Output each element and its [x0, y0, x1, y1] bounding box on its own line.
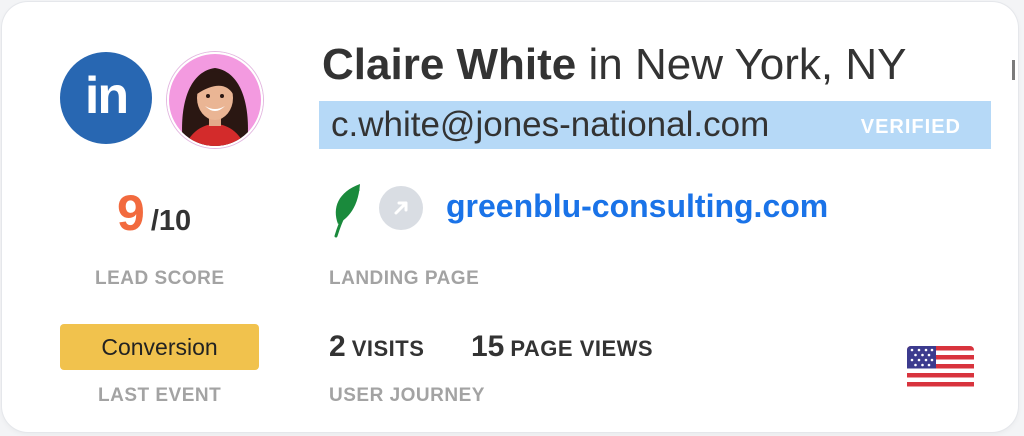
- lead-score-label: LEAD SCORE: [95, 268, 225, 289]
- contact-email[interactable]: c.white@jones-national.com: [331, 105, 769, 145]
- last-event-label: LAST EVENT: [98, 385, 222, 406]
- visits-stat: 2 VISITS: [329, 330, 424, 364]
- lead-score: 9/10: [117, 184, 191, 242]
- page-views-stat: 15 PAGE VIEWS: [471, 330, 653, 364]
- contact-heading: Claire White in New York, NY: [322, 40, 906, 90]
- visits-count: 2: [329, 330, 346, 363]
- landing-page-link[interactable]: greenblu-consulting.com: [446, 188, 828, 225]
- leaf-icon: [330, 182, 366, 238]
- us-flag-icon: [907, 346, 974, 391]
- linkedin-icon[interactable]: in: [60, 52, 152, 144]
- linkedin-glyph: in: [84, 67, 129, 125]
- email-bar: c.white@jones-national.com VERIFIED: [319, 101, 991, 149]
- edge-marker: [1012, 60, 1015, 80]
- visits-label: VISITS: [351, 336, 425, 361]
- contact-name: Claire White: [322, 40, 577, 89]
- verified-badge: VERIFIED: [860, 116, 961, 138]
- user-journey-label: USER JOURNEY: [329, 385, 485, 406]
- external-link-icon[interactable]: [379, 186, 423, 230]
- last-event-badge[interactable]: Conversion: [60, 324, 259, 370]
- page-views-label: PAGE VIEWS: [510, 336, 654, 361]
- contact-location: in New York, NY: [588, 40, 907, 89]
- lead-card: in Claire White in New York, NY c.white@…: [2, 2, 1018, 432]
- lead-score-value: 9: [117, 185, 145, 241]
- page-views-count: 15: [471, 330, 505, 363]
- avatar: [167, 52, 263, 148]
- landing-page-label: LANDING PAGE: [329, 268, 480, 289]
- lead-score-max: /10: [150, 205, 192, 237]
